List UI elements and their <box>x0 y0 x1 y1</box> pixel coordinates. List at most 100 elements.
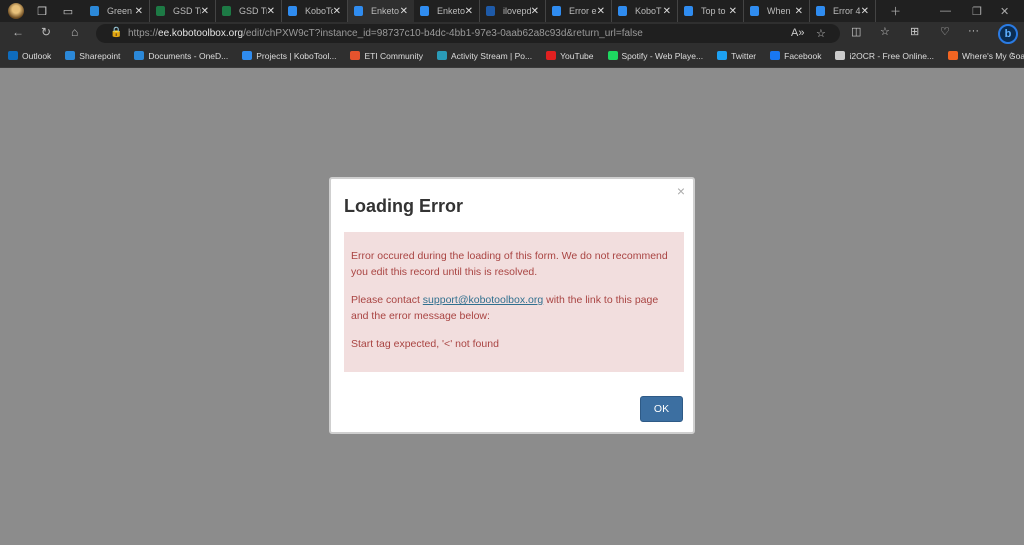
tab-close-icon[interactable]: ✕ <box>135 6 143 17</box>
tab-label: KoboTo <box>305 6 333 16</box>
favorites-icon[interactable]: ☆ <box>880 25 890 38</box>
tab[interactable]: GSD Tr ✕ <box>150 0 216 22</box>
close-window-button[interactable]: ✕ <box>1000 0 1009 22</box>
tab-favicon-icon <box>156 6 165 16</box>
error-alert: Error occured during the loading of this… <box>344 232 684 372</box>
dialog-title: Loading Error <box>344 196 464 216</box>
bookmark-favicon-icon <box>948 51 959 60</box>
bookmark-label: Facebook <box>784 50 822 61</box>
bookmark-item[interactable]: i2OCR - Free Online... <box>835 51 934 61</box>
workspaces-icon[interactable]: ❒ <box>32 1 52 21</box>
tab[interactable]: KoboT ✕ <box>612 0 678 22</box>
tab-close-icon[interactable]: ✕ <box>729 6 737 17</box>
bookmark-item[interactable]: Activity Stream | Po... <box>437 51 532 61</box>
tab[interactable]: ilovepdf✕ <box>480 0 546 22</box>
tab[interactable]: Enketo ✕ <box>414 0 480 22</box>
tab[interactable]: GSD Tr ✕ <box>216 0 282 22</box>
more-menu-icon[interactable]: ··· <box>968 25 979 37</box>
favorite-star-icon[interactable]: ☆ <box>816 27 826 40</box>
bookmark-favicon-icon <box>65 51 76 60</box>
support-email-link[interactable]: support@kobotoolbox.org <box>423 294 543 306</box>
bookmark-item[interactable]: Outlook <box>8 51 51 61</box>
tab-close-icon[interactable]: ✕ <box>531 6 539 17</box>
tab-close-icon[interactable]: ✕ <box>861 6 869 17</box>
bookmark-item[interactable]: YouTube <box>546 51 594 61</box>
tab-close-icon[interactable]: ✕ <box>795 6 803 17</box>
tab-close-icon[interactable]: ✕ <box>267 6 275 17</box>
tab-strip: Green ✕ GSD Tr ✕ GSD Tr ✕ KoboTo ✕ Enketo ✕ Enketo… <box>84 0 876 22</box>
tab-label: Error 4 <box>833 6 861 16</box>
bookmark-favicon-icon <box>8 51 18 60</box>
tab[interactable]: Error e ✕ <box>546 0 612 22</box>
profile-avatar[interactable] <box>6 1 26 21</box>
bookmark-favicon-icon <box>835 51 846 60</box>
tab[interactable]: When ✕ <box>744 0 810 22</box>
tab-label: Green <box>107 6 133 16</box>
tab[interactable]: Error 4 ✕ <box>810 0 876 22</box>
bookmark-item[interactable]: Facebook <box>770 51 821 61</box>
tab-label: Top to <box>701 6 726 16</box>
tab-label: Enketo <box>371 6 400 16</box>
new-tab-button[interactable]: ＋ <box>890 0 901 22</box>
maximize-button[interactable]: ❐ <box>972 0 982 22</box>
tab-close-icon[interactable]: ✕ <box>663 6 671 17</box>
tab-favicon-icon <box>486 6 495 16</box>
contact-text: Please contact support@kobotoolbox.org w… <box>351 292 677 324</box>
address-bar[interactable]: 🔒 https://ee.kobotoolbox.org/edit/chPXW9… <box>96 24 840 43</box>
bookmark-item[interactable]: Projects | KoboTool... <box>242 51 336 61</box>
bookmark-favicon-icon <box>770 51 781 60</box>
tab-label: When <box>767 6 791 16</box>
read-aloud-icon[interactable]: A» <box>791 27 804 39</box>
bookmark-label: Twitter <box>731 50 757 61</box>
bookmarks-bar: Outlook Sharepoint Documents - OneD... Proj… <box>0 44 1024 68</box>
bookmark-label: Projects | KoboTool... <box>256 50 337 61</box>
tab[interactable]: KoboTo ✕ <box>282 0 348 22</box>
url-text[interactable]: https://ee.kobotoolbox.org/edit/chPXW9cT… <box>128 28 643 39</box>
split-screen-icon[interactable]: ◫ <box>851 25 861 38</box>
error-description: Error occured during the loading of this… <box>351 250 668 278</box>
bookmark-favicon-icon <box>350 51 361 60</box>
bookmark-favicon-icon <box>134 51 145 60</box>
minimize-button[interactable]: — <box>940 0 951 22</box>
tab-favicon-icon <box>354 6 363 16</box>
back-icon[interactable]: ← <box>12 25 24 39</box>
bookmark-favicon-icon <box>546 51 557 60</box>
chevron-right-icon[interactable]: › <box>1011 49 1014 60</box>
tab-close-icon[interactable]: ✕ <box>201 6 209 17</box>
refresh-icon[interactable]: ↻ <box>41 25 51 39</box>
error-message: Start tag expected, '<' not found <box>351 338 499 350</box>
tab-favicon-icon <box>90 6 99 16</box>
url-path: /edit/chPXW9cT?instance_id=98737c10-b4dc… <box>243 28 643 39</box>
loading-error-dialog: × Loading Error Error occured during the… <box>329 177 695 434</box>
tab-actions-icon[interactable]: ▭ <box>58 1 78 21</box>
close-icon[interactable]: × <box>677 183 685 199</box>
tab[interactable]: Green ✕ <box>84 0 150 22</box>
url-scheme: https:// <box>128 28 159 39</box>
bookmark-favicon-icon <box>437 51 448 60</box>
bookmark-item[interactable]: Twitter <box>717 51 756 61</box>
home-icon[interactable]: ⌂ <box>71 25 78 39</box>
bookmark-label: Activity Stream | Po... <box>451 50 533 61</box>
bing-copilot-icon[interactable]: b <box>998 24 1018 44</box>
tab-close-icon[interactable]: ✕ <box>465 6 473 17</box>
ok-button[interactable]: OK <box>640 396 683 422</box>
tab-label: KoboT <box>635 6 662 16</box>
tab-favicon-icon <box>684 6 693 16</box>
bookmark-favicon-icon <box>717 51 728 60</box>
bookmark-label: ETI Community <box>364 50 424 61</box>
tab-close-icon[interactable]: ✕ <box>400 6 408 17</box>
lock-icon[interactable]: 🔒 <box>110 27 122 38</box>
bookmark-label: Where's My Goat?... <box>962 50 1024 61</box>
collections-icon[interactable]: ⊞ <box>910 25 919 38</box>
tab-close-icon[interactable]: ✕ <box>597 6 605 17</box>
tab-close-icon[interactable]: ✕ <box>333 6 341 17</box>
bookmark-item[interactable]: Spotify - Web Playe... <box>607 51 703 61</box>
bookmark-item[interactable]: ETI Community <box>350 51 423 61</box>
address-row: ← ↻ ⌂ 🔒 https://ee.kobotoolbox.org/edit/… <box>0 22 1024 44</box>
bookmark-label: Sharepoint <box>79 50 121 61</box>
tab[interactable]: Top to ✕ <box>678 0 744 22</box>
tab[interactable]: Enketo ✕ <box>348 0 414 22</box>
bookmark-item[interactable]: Sharepoint <box>65 51 120 61</box>
browser-essentials-icon[interactable]: ♡ <box>940 25 950 38</box>
bookmark-item[interactable]: Documents - OneD... <box>134 51 228 61</box>
